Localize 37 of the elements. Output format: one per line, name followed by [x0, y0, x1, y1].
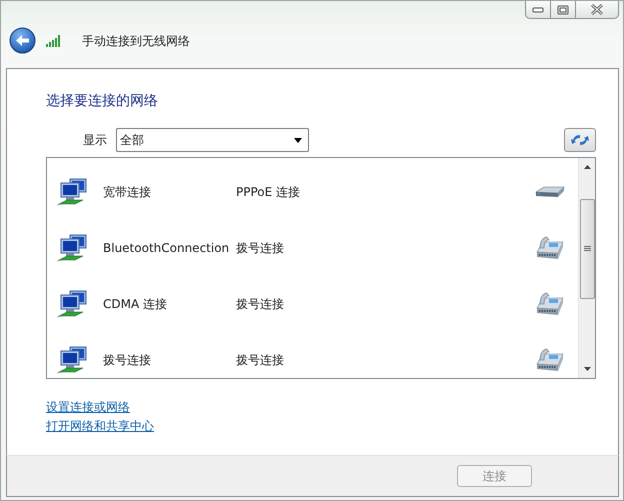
- connection-name: BluetoothConnection: [103, 240, 230, 257]
- connection-row[interactable]: CDMA 连接 拨号连接: [47, 276, 578, 332]
- scrollbar[interactable]: [578, 158, 595, 378]
- connection-type: PPPoE 连接: [236, 184, 302, 201]
- maximize-button[interactable]: [551, 1, 576, 19]
- close-button[interactable]: [576, 1, 619, 19]
- link[interactable]: 设置连接或网络: [46, 398, 130, 416]
- connection-name: 宽带连接: [103, 184, 152, 201]
- telephone-icon: [534, 234, 566, 262]
- telephone-icon: [534, 346, 566, 374]
- minimize-button[interactable]: [525, 1, 551, 19]
- minimize-icon: [532, 6, 544, 12]
- grip-icon: [584, 246, 590, 252]
- connection-type: 拨号连接: [236, 240, 285, 257]
- modem-icon: [534, 184, 566, 200]
- filter-label: 显示: [83, 132, 107, 149]
- scroll-down-icon[interactable]: [584, 367, 590, 371]
- maximize-icon: [557, 4, 569, 14]
- connection-type: 拨号连接: [236, 352, 285, 369]
- filter-dropdown[interactable]: 全部: [116, 128, 309, 152]
- connection-row[interactable]: 宽带连接 PPPoE 连接: [47, 164, 578, 220]
- link[interactable]: 打开网络和共享中心: [46, 417, 154, 435]
- connection-type: 拨号连接: [236, 296, 285, 313]
- connection-row[interactable]: BluetoothConnection 拨号连接: [47, 220, 578, 276]
- signal-icon: [46, 34, 62, 46]
- connection-name: CDMA 连接: [103, 296, 168, 313]
- caret-icon: [294, 138, 302, 142]
- window-title: 手动连接到无线网络: [82, 32, 190, 50]
- refresh-icon: [571, 133, 589, 147]
- scroll-up-icon[interactable]: [584, 165, 590, 169]
- close-icon: [590, 4, 604, 15]
- refresh-button[interactable]: [564, 128, 596, 152]
- connection-row[interactable]: 拨号连接 拨号连接: [47, 332, 578, 378]
- page-heading: 选择要连接的网络: [46, 92, 159, 111]
- back-button[interactable]: [9, 27, 36, 54]
- telephone-icon: [534, 290, 566, 318]
- connection-name: 拨号连接: [103, 352, 152, 369]
